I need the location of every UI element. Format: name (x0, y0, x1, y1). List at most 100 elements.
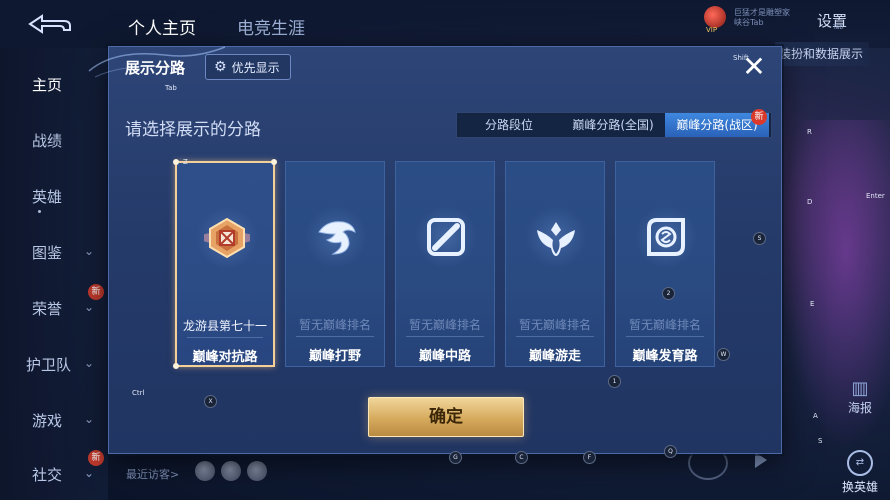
key-hint-label: Ctrl (132, 389, 145, 397)
lane-name: 巅峰游走 (528, 349, 581, 364)
chevron-down-icon: ⌄ (84, 244, 95, 258)
settings-hotkey: Tab (833, 24, 844, 31)
tab-peak-lane-region[interactable]: 巅峰分路(战区) 新 (665, 109, 769, 137)
dialog-title: 展示分路 (125, 59, 186, 77)
recent-visitors-label[interactable]: 最近访客> (126, 466, 179, 482)
priority-display-label: 优先显示 (231, 60, 280, 75)
lane-card-farm[interactable]: 暂无巅峰排名 巅峰发育路 (615, 161, 715, 367)
dialog-subtitle: 请选择展示的分路 (125, 120, 261, 140)
sidebar-dot (38, 210, 41, 213)
card-divider (187, 337, 263, 338)
rank-badge-icon (196, 207, 258, 269)
farm-lane-icon (635, 206, 697, 268)
key-hint-label: Enter (866, 192, 885, 200)
tab-peak-lane-national[interactable]: 巅峰分路(全国) (561, 113, 665, 137)
chevron-down-icon: ⌄ (84, 356, 95, 370)
gear-icon: ⚙ (214, 59, 227, 75)
key-hint-label: C (515, 451, 528, 464)
play-icon[interactable] (755, 452, 767, 468)
lane-rank-text: 暂无巅峰排名 (408, 318, 481, 332)
key-hint-label: S (753, 232, 766, 245)
player-info: 巨猛才是雕塑家 峡谷Tab (734, 8, 790, 28)
sidebar-item-label: 主页 (32, 76, 63, 94)
display-lane-dialog: 展示分路 ⚙ 优先显示 ✕ 请选择展示的分路 分路段位 巅峰分路(全国) 巅峰分… (88, 46, 782, 454)
priority-display-button[interactable]: ⚙ 优先显示 (205, 54, 291, 80)
close-button[interactable]: ✕ (726, 47, 782, 87)
key-hint-label: G (449, 451, 462, 464)
lane-rank-text: 暂无巅峰排名 (298, 318, 371, 332)
sidebar: 主页 战绩 英雄 图鉴 ⌄ 荣誉 ⌄ 新 护卫队 ⌄ 游戏 ⌄ 社交 ⌄ 新 (0, 48, 108, 500)
sidebar-item-label: 英雄 (32, 188, 63, 206)
key-hint-label: W (717, 348, 730, 361)
card-divider (626, 336, 704, 337)
lane-card-mid[interactable]: 暂无巅峰排名 巅峰中路 (395, 161, 495, 367)
tab-lane-rank[interactable]: 分路段位 (457, 113, 561, 137)
poster-label: 海报 (847, 401, 872, 415)
vip-badge: VIP (706, 26, 718, 34)
key-hint-label: R (807, 128, 812, 136)
change-hero-label: 换英雄 (841, 480, 878, 494)
lane-rank-text: 暂无巅峰排名 (518, 318, 591, 332)
change-hero-button[interactable]: ⇄ 换英雄 (838, 450, 882, 495)
corner-dot (173, 159, 179, 165)
lane-card-support[interactable]: 暂无巅峰排名 巅峰游走 (505, 161, 605, 367)
card-divider (516, 336, 594, 337)
lane-name: 巅峰打野 (308, 349, 361, 364)
visitor-avatar[interactable] (195, 461, 215, 481)
mid-lane-icon (415, 206, 477, 268)
lane-type-tabs: 分路段位 巅峰分路(全国) 巅峰分路(战区) 新 (456, 109, 772, 138)
key-hint-label: E (810, 300, 815, 308)
jungle-dragon-icon (305, 206, 367, 268)
sidebar-item-label: 战绩 (32, 132, 63, 150)
swap-icon: ⇄ (847, 450, 873, 476)
lane-rank-text: 龙游县第七十一 (182, 319, 267, 333)
sidebar-item-label: 荣誉 (32, 300, 63, 318)
key-hint-label: S (818, 437, 823, 445)
new-badge: 新 (88, 450, 104, 466)
tab-label: 巅峰分路(战区) (676, 118, 758, 132)
poster-button[interactable]: ▥ 海报 (845, 378, 875, 416)
lane-card-jungle[interactable]: 暂无巅峰排名 巅峰打野 (285, 161, 385, 367)
card-divider (296, 336, 374, 337)
corner-dot (271, 159, 277, 165)
card-divider (406, 336, 484, 337)
key-hint-label: F (583, 451, 596, 464)
lane-rank-text: 暂无巅峰排名 (628, 318, 701, 332)
lane-name: 巅峰发育路 (632, 349, 698, 364)
sidebar-item-label: 游戏 (32, 412, 63, 430)
new-badge: 新 (751, 109, 767, 125)
sidebar-item-label: 图鉴 (32, 244, 63, 262)
player-name: 巨猛才是雕塑家 (734, 8, 790, 17)
key-hint-label: A (813, 412, 818, 420)
key-hint-label: 1 (608, 375, 621, 388)
new-badge: 新 (88, 284, 104, 300)
chevron-down-icon: ⌄ (84, 466, 95, 480)
lane-name: 巅峰中路 (418, 349, 471, 364)
key-hint-label: D (807, 198, 813, 206)
key-hint-label: 2 (662, 287, 675, 300)
visitor-avatar[interactable] (247, 461, 267, 481)
sidebar-item-label: 护卫队 (26, 356, 72, 374)
player-avatar[interactable] (704, 6, 726, 28)
back-button[interactable] (20, 12, 80, 36)
lane-cards: 龙游县第七十一 巅峰对抗路 暂无巅峰排名 巅峰打野 暂无巅峰排名 巅峰中路 暂无… (173, 159, 719, 369)
lane-card-top[interactable]: 龙游县第七十一 巅峰对抗路 (173, 159, 277, 369)
chevron-down-icon: ⌄ (84, 412, 95, 426)
tab-personal-home[interactable]: 个人主页 (128, 14, 196, 39)
visitor-avatar[interactable] (221, 461, 241, 481)
key-hint-label: Tab (165, 84, 177, 92)
tab-esports-career[interactable]: 电竞生涯 (237, 14, 305, 39)
poster-icon: ▥ (851, 378, 869, 399)
lane-name: 巅峰对抗路 (192, 350, 258, 365)
support-wings-icon (525, 206, 587, 268)
dress-data-display-button[interactable]: 装扮和数据展示 (775, 42, 869, 66)
chevron-down-icon: ⌄ (84, 300, 95, 314)
key-hint-label: Q (664, 445, 677, 458)
key-hint-label: Shift (733, 54, 749, 62)
back-arrow-icon (28, 14, 71, 34)
key-hint-label: X (204, 395, 217, 408)
player-sub: 峡谷Tab (734, 18, 764, 27)
confirm-button[interactable]: 确定 (368, 397, 524, 437)
sidebar-item-label: 社交 (32, 466, 63, 484)
key-hint-label: Z (183, 158, 188, 166)
